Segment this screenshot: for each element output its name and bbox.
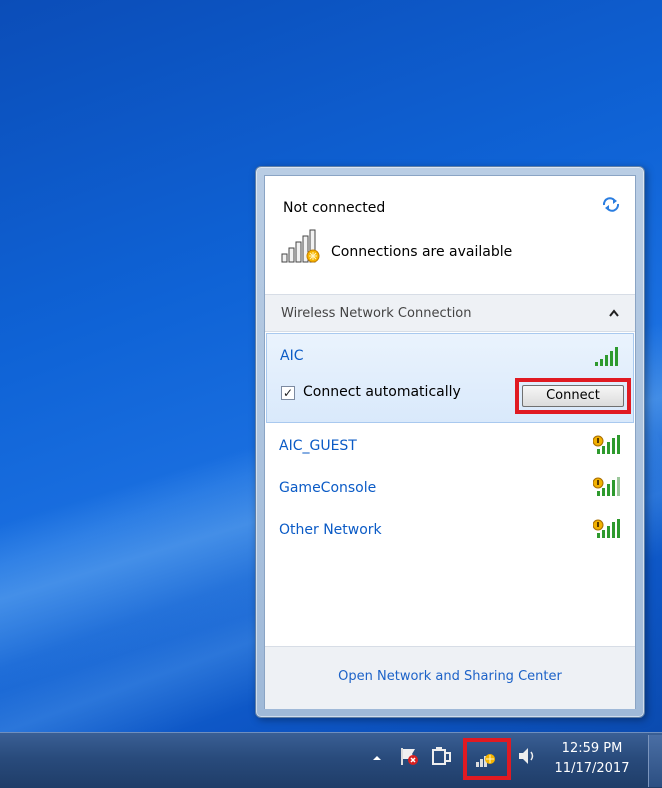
connection-status-area: Not connected Connections are available <box>265 176 635 294</box>
refresh-icon[interactable] <box>601 196 621 212</box>
network-flyout: Not connected Connections are available … <box>255 166 645 718</box>
open-network-sharing-center-link[interactable]: Open Network and Sharing Center <box>265 669 635 684</box>
power-icon[interactable] <box>430 745 452 767</box>
clock-date[interactable]: 11/17/2017 <box>548 761 636 776</box>
chevron-up-icon[interactable] <box>609 309 619 317</box>
network-icon-highlight <box>463 738 511 780</box>
wireless-section-header[interactable]: Wireless Network Connection <box>265 294 635 332</box>
connections-available-icon <box>281 229 320 263</box>
network-name: GameConsole <box>279 480 377 496</box>
connection-status: Not connected <box>283 200 386 216</box>
show-desktop-button[interactable] <box>648 735 662 787</box>
flyout-footer: Open Network and Sharing Center <box>265 646 635 709</box>
network-name: AIC_GUEST <box>279 438 357 454</box>
action-center-flag-icon[interactable] <box>398 745 420 767</box>
connect-automatically-checkbox[interactable]: ✓ <box>281 386 295 400</box>
network-item[interactable]: GameConsole <box>265 468 635 508</box>
network-item[interactable]: Other Network <box>265 510 635 550</box>
network-flyout-panel: Not connected Connections are available … <box>264 175 636 709</box>
secured-signal-icon <box>593 477 620 496</box>
clock-time[interactable]: 12:59 PM <box>552 741 632 756</box>
signal-strength-icon <box>595 347 618 366</box>
network-item[interactable]: AIC_GUEST <box>265 426 635 466</box>
connections-available-text: Connections are available <box>331 244 513 260</box>
wireless-section-title: Wireless Network Connection <box>281 306 472 321</box>
taskbar: 12:59 PM 11/17/2017 <box>0 732 662 788</box>
volume-icon[interactable] <box>517 745 537 767</box>
show-hidden-icons-arrow[interactable] <box>372 753 382 763</box>
connect-button[interactable]: Connect <box>522 385 624 407</box>
network-icon[interactable] <box>475 748 499 770</box>
connect-button-highlight: Connect <box>515 378 631 414</box>
secured-signal-icon <box>593 519 620 538</box>
connect-automatically-label: Connect automatically <box>303 384 461 400</box>
network-name: Other Network <box>279 522 382 538</box>
secured-signal-icon <box>593 435 620 454</box>
network-name: AIC <box>280 348 304 364</box>
network-item-selected[interactable]: AIC ✓ Connect automatically Connect <box>266 333 634 423</box>
